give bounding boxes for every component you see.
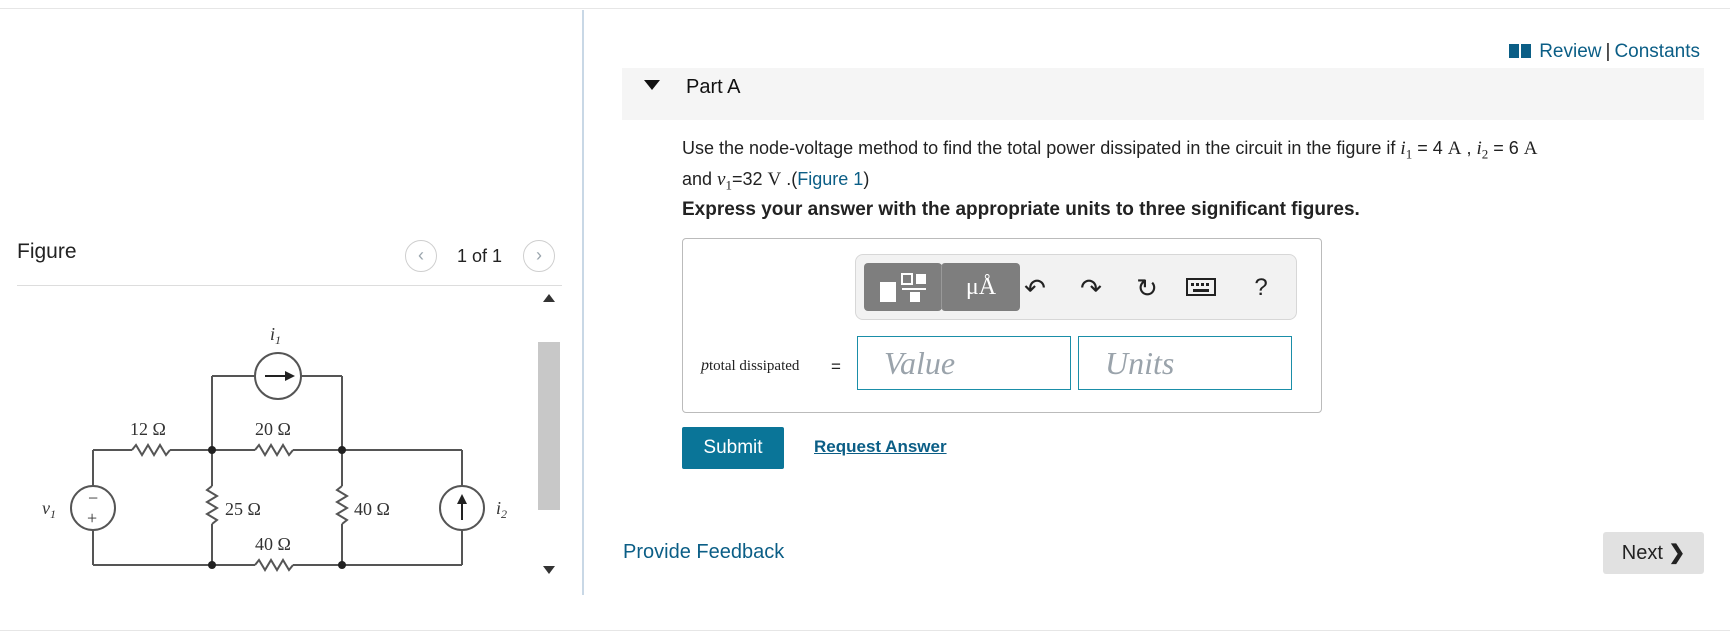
redo-icon[interactable]: ↷ <box>1076 273 1106 303</box>
label-r12: 12 Ω <box>130 419 166 439</box>
i1-unit: A <box>1447 138 1462 159</box>
figure-link[interactable]: Figure 1 <box>797 169 863 189</box>
i2-value: = 6 <box>1488 138 1524 158</box>
equals-sign: = <box>831 357 841 376</box>
question-text: Use the node-voltage method to find the … <box>682 136 1682 197</box>
request-answer-link[interactable]: Request Answer <box>814 437 947 457</box>
label-r40-bottom: 40 Ω <box>255 534 291 554</box>
label-i2: i2 <box>496 498 507 521</box>
answer-instruction: Express your answer with the appropriate… <box>682 199 1360 220</box>
next-button[interactable]: Next ❯ <box>1603 532 1704 574</box>
label-minus: − <box>88 488 98 508</box>
figure-counter: 1 of 1 <box>457 246 503 266</box>
templates-icon <box>880 273 926 303</box>
templates-button[interactable] <box>864 263 942 311</box>
header-separator: | <box>1605 41 1611 62</box>
chevron-right-icon: › <box>536 245 542 265</box>
label-r20: 20 Ω <box>255 419 291 439</box>
label-v1: v1 <box>42 498 56 521</box>
units-input[interactable]: Units <box>1078 336 1292 390</box>
question-text-2: and <box>682 168 718 189</box>
math-toolbar: μÅ ↶ ↷ ↻ ? <box>855 254 1297 320</box>
label-i1: i1 <box>270 324 281 347</box>
top-divider <box>0 8 1730 9</box>
v1-value: =32 <box>731 168 768 189</box>
question-text-3: .( <box>781 168 798 189</box>
scroll-thumb[interactable] <box>538 342 560 510</box>
book-icon <box>1509 44 1532 58</box>
keyboard-icon[interactable] <box>1186 273 1216 303</box>
next-label: Next <box>1621 542 1663 564</box>
figure-title: Figure <box>17 240 77 263</box>
help-button[interactable]: ? <box>1246 273 1276 303</box>
i2-unit: A <box>1523 138 1538 159</box>
panel-divider <box>582 10 584 595</box>
caret-down-icon[interactable] <box>644 80 660 90</box>
answer-variable: ptotal dissipated <box>701 357 799 375</box>
constants-link[interactable]: Constants <box>1614 41 1700 62</box>
comma: , <box>1461 138 1477 158</box>
label-r25: 25 Ω <box>225 499 261 519</box>
question-text-1: Use the node-voltage method to find the … <box>682 138 1401 158</box>
review-constants: Review | Constants <box>1509 41 1700 63</box>
part-title: Part A <box>686 76 741 98</box>
chevron-left-icon: ‹ <box>418 245 424 265</box>
i1-value: = 4 <box>1412 138 1448 158</box>
label-plus: + <box>87 508 97 528</box>
label-r40-vertical: 40 Ω <box>354 499 390 519</box>
figure-pager: ‹ 1 of 1 › <box>405 240 560 272</box>
scroll-down-arrow-icon[interactable] <box>543 566 555 574</box>
answer-variable-symbol: p <box>701 357 709 374</box>
chevron-right-icon: ❯ <box>1668 542 1686 564</box>
answer-variable-subscript: total dissipated <box>709 358 800 374</box>
reset-icon[interactable]: ↻ <box>1132 273 1162 303</box>
figure-prev-button[interactable]: ‹ <box>405 240 437 272</box>
answer-box: μÅ ↶ ↷ ↻ ? ptotal dissipated = Value Uni… <box>682 238 1322 413</box>
v1-unit: V <box>767 168 782 190</box>
part-a-header[interactable]: Part A <box>622 68 1704 120</box>
undo-icon[interactable]: ↶ <box>1020 273 1050 303</box>
units-button[interactable]: μÅ <box>941 263 1020 311</box>
bottom-divider <box>0 630 1730 631</box>
value-input[interactable]: Value <box>857 336 1071 390</box>
submit-button[interactable]: Submit <box>682 427 784 469</box>
scroll-up-arrow-icon[interactable] <box>543 294 555 302</box>
provide-feedback-link[interactable]: Provide Feedback <box>623 541 784 564</box>
figure-next-button[interactable]: › <box>523 240 555 272</box>
figure-scrollbar[interactable] <box>538 290 560 582</box>
question-text-4: ) <box>863 168 870 189</box>
figure-rule <box>17 285 562 286</box>
review-link[interactable]: Review <box>1539 41 1601 62</box>
circuit-diagram: i1 12 Ω 20 Ω 25 Ω 40 Ω 40 Ω v1 i2 − + <box>42 324 507 572</box>
